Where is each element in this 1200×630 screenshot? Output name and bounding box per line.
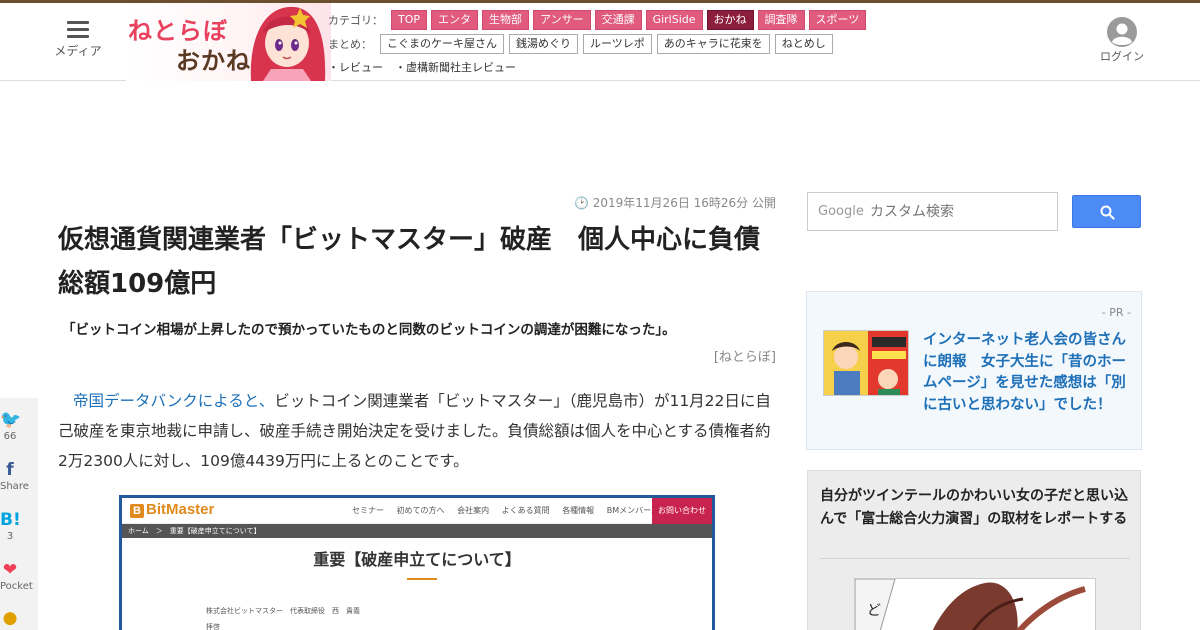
tdb-link[interactable]: 帝国データバンクによると、 (73, 392, 274, 410)
bitmaster-contact: お問い合わせ (652, 498, 712, 524)
pocket-icon: ❤ (2, 560, 18, 580)
twitter-icon: 🐦 (0, 410, 22, 430)
article-lead: 「ビットコイン相場が上昇したので預かっていたものと同数のビットコインの調達が困難… (62, 322, 676, 338)
summary-link[interactable]: ルーツレポ (583, 34, 652, 54)
category-nav: カテゴリ： TOP エンタ 生物部 アンサー 交通課 GirlSide おかね … (328, 10, 870, 30)
article-title: 仮想通貨関連業者「ビットマスター」破産 個人中心に負債総額109億円 (58, 225, 761, 299)
bitmaster-breadcrumb: ホーム ＞ 重要【破産申立てについて】 (122, 524, 712, 538)
category-enta[interactable]: エンタ (431, 10, 479, 30)
twitter-share-button[interactable]: 🐦 66 (0, 410, 22, 442)
facebook-share-button[interactable]: f Share (0, 460, 29, 492)
hatena-bookmark-button[interactable]: B! 3 (0, 510, 21, 542)
pr-article-link[interactable]: インターネット老人会の皆さんに朗報 女子大生に「昔のホームページ」を見せた感想は… (923, 330, 1129, 416)
hatena-icon: B! (0, 510, 21, 530)
site-header: メディア ねとらぼ おかね カテゴリ： TOP エンタ 生物部 アンサー 交通課… (0, 0, 1200, 81)
summary-link[interactable]: ねとめし (774, 34, 833, 54)
bitmaster-heading: 重要【破産申立てについて】 (313, 550, 521, 569)
bitmaster-logo: B BitMaster (130, 501, 214, 518)
line-share-button[interactable]: ● (0, 608, 20, 628)
search-icon (1100, 205, 1115, 220)
site-logo[interactable]: ねとらぼ おかね (126, 3, 331, 81)
hamburger-icon (67, 21, 89, 38)
related-article-link[interactable]: 自分がツインテールのかわいい女の子だと思い込んで「富士総合火力演習」の取材をレポ… (820, 485, 1132, 531)
pr-thumbnail[interactable] (823, 330, 909, 396)
category-label: カテゴリ： (328, 14, 383, 27)
google-brand: Google (818, 204, 864, 219)
line-icon: ● (2, 608, 18, 628)
media-menu-button[interactable]: メディア (50, 21, 106, 59)
review-link[interactable]: ・レビュー (328, 59, 383, 75)
bitmaster-text: 株式会社ビットマスター 代表取締役 西 貴義 (206, 607, 360, 615)
sub-nav: ・レビュー ・虚構新聞社主レビュー (328, 59, 528, 75)
category-answer[interactable]: アンサー (533, 10, 591, 30)
summary-link[interactable]: 銭湯めぐり (509, 34, 578, 54)
category-okane[interactable]: おかね (706, 10, 754, 30)
page: メディア ねとらぼ おかね カテゴリ： TOP エンタ 生物部 アンサー 交通課… (0, 0, 1200, 630)
related-article-image[interactable]: ど (854, 578, 1096, 630)
facebook-icon: f (6, 460, 14, 480)
summary-link[interactable]: こぐまのケーキ屋さん (380, 34, 504, 54)
summary-link[interactable]: あのキャラに花束を (656, 34, 770, 54)
pocket-button[interactable]: ❤ Pocket (0, 560, 33, 592)
category-girlside[interactable]: GirlSide (645, 10, 703, 30)
user-icon (1107, 17, 1137, 47)
social-share-bar: 🐦 66 f Share B! 3 ❤ Pocket ● (0, 398, 38, 630)
category-sports[interactable]: スポーツ (808, 10, 867, 30)
category-top[interactable]: TOP (391, 10, 428, 30)
bitmaster-nav: セミナー 初めての方へ 会社案内 よくある質問 各種情報 BMメンバーズラウンジ (352, 506, 691, 515)
summary-nav: まとめ： こぐまのケーキ屋さん 銭湯めぐり ルーツレポ あのキャラに花束を ねと… (328, 34, 838, 54)
article-body: 帝国データバンクによると、ビットコイン関連業者「ビットマスター」（鹿児島市）が1… (58, 392, 771, 470)
category-chousatai[interactable]: 調査隊 (757, 10, 805, 30)
media-menu-label: メディア (54, 44, 102, 58)
mascot-illustration (250, 6, 326, 81)
clock-icon: 🕑 (573, 196, 589, 210)
svg-text:ど: ど (867, 603, 881, 619)
article-source: [ねとらぼ] (713, 350, 776, 365)
search-field[interactable]: Google (807, 192, 1058, 231)
pr-label: - PR - (1101, 306, 1131, 319)
article-image[interactable]: B BitMaster セミナー 初めての方へ 会社案内 よくある質問 各種情報 … (119, 495, 715, 630)
related-article-box: 自分がツインテールのかわいい女の子だと思い込んで「富士総合火力演習」の取材をレポ… (807, 470, 1141, 630)
login-button[interactable]: ログイン (1098, 17, 1146, 64)
summary-label: まとめ： (328, 38, 372, 51)
category-koutsuu[interactable]: 交通課 (594, 10, 642, 30)
pr-box: - PR - インターネット老人会の皆さんに朗報 女子大生に「昔のホームページ」… (806, 291, 1142, 450)
bitmaster-text: 拝啓 (206, 623, 220, 630)
login-label: ログイン (1100, 50, 1144, 63)
logo-text-sub: おかね (176, 47, 251, 75)
kyokou-review-link[interactable]: ・虚構新聞社主レビュー (395, 59, 516, 75)
search-button[interactable] (1072, 195, 1141, 228)
category-seibutsu[interactable]: 生物部 (482, 10, 530, 30)
publish-date: 🕑 2019年11月26日 16時26分 公開 (573, 196, 776, 210)
